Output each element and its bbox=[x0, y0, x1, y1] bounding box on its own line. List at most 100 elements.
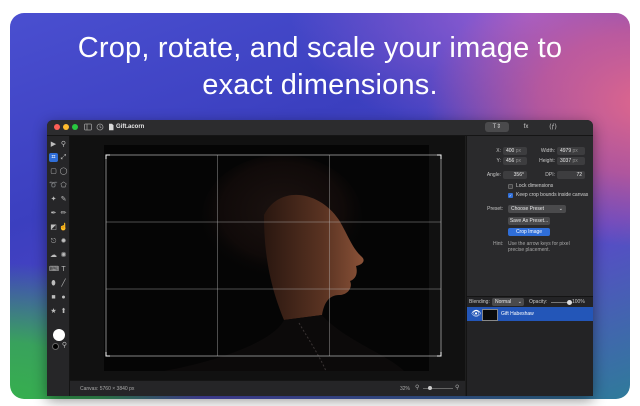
width-value: 4979 bbox=[560, 148, 572, 154]
angle-label: Angle: bbox=[486, 172, 501, 178]
burn-icon[interactable]: ✺ bbox=[59, 251, 68, 260]
pen-icon[interactable]: ✒ bbox=[49, 209, 58, 218]
text-box-icon[interactable]: ⌨ bbox=[49, 265, 59, 274]
magic-wand-icon[interactable]: ✦ bbox=[49, 195, 58, 204]
status-bar: Canvas: 5760 × 3840 px 32% ⚲ ⚲ bbox=[70, 380, 465, 396]
chevron-down-icon: ⌄ bbox=[558, 206, 563, 212]
shape-ellipse-icon[interactable]: ● bbox=[59, 293, 68, 302]
smudge-icon[interactable]: ☝ bbox=[59, 223, 68, 232]
clone-icon[interactable]: ⎋ bbox=[49, 237, 58, 246]
width-field[interactable]: 4979 px bbox=[557, 147, 585, 155]
headline-line-1: Crop, rotate, and scale your image to bbox=[77, 32, 563, 64]
zoom-out-icon[interactable]: ⚲ bbox=[415, 385, 421, 391]
height-field[interactable]: 3037 px bbox=[557, 157, 585, 165]
headline-line-2: exact dimensions. bbox=[202, 69, 438, 101]
document-icon bbox=[107, 123, 115, 131]
polygon-lasso-icon[interactable]: ⬠ bbox=[59, 181, 68, 190]
x-label: X: bbox=[496, 148, 501, 154]
dpi-label: DPI: bbox=[545, 172, 555, 178]
close-window-button[interactable] bbox=[54, 124, 60, 130]
hint-text-line-2: precise placement. bbox=[508, 247, 550, 253]
lock-dimensions-label: Lock dimensions bbox=[516, 183, 554, 189]
height-label: Height: bbox=[539, 158, 555, 164]
arrow-up-icon[interactable]: ⬆ bbox=[59, 307, 68, 316]
save-preset-label: Save As Preset... bbox=[509, 218, 549, 224]
cloud-icon[interactable]: ☁ bbox=[49, 251, 58, 260]
crop-image-label: Crop Image bbox=[515, 229, 543, 235]
tab-crop-inspector-label: T⇕ bbox=[492, 124, 502, 130]
layer-name: Gift Habeshaw bbox=[501, 311, 534, 317]
zoom-level: 32% bbox=[400, 386, 411, 392]
move-icon[interactable]: ▶ bbox=[49, 140, 58, 149]
preset-label: Preset: bbox=[487, 206, 503, 212]
headline: Crop, rotate, and scale your image to ex… bbox=[10, 30, 630, 104]
y-field[interactable]: 456 px bbox=[503, 157, 527, 165]
layer-row[interactable]: 👁 Gift Habeshaw bbox=[467, 307, 593, 321]
preset-dropdown[interactable]: Choose Preset ⌄ bbox=[508, 205, 566, 213]
background-color-swatch[interactable] bbox=[52, 343, 59, 350]
tab-filters[interactable]: fx bbox=[519, 122, 533, 132]
layers-panel: Blending: Normal ⌄ Opacity: 100% 👁 Gift … bbox=[466, 296, 593, 396]
pencil-icon[interactable]: ✏ bbox=[59, 209, 68, 218]
gradient-icon[interactable]: ✹ bbox=[59, 237, 68, 246]
chevron-down-icon: ⌄ bbox=[517, 299, 522, 305]
crop-inspector: X: 400 px Width: 4979 px Y: 456 px Heigh… bbox=[466, 136, 593, 296]
app-window: Gift.acorn T⇕ fx (ƒ) ▶ ⚲ ⌗ ⤢ ▢ ◯ ➰ ⬠ ✦ ✎… bbox=[47, 120, 593, 396]
preset-value: Choose Preset bbox=[511, 206, 545, 212]
tab-crop-inspector[interactable]: T⇕ bbox=[485, 122, 509, 132]
blending-dropdown[interactable]: Normal ⌄ bbox=[492, 298, 524, 306]
title-bar: Gift.acorn T⇕ fx (ƒ) bbox=[47, 120, 593, 136]
sidebar-toggle-icon[interactable] bbox=[84, 123, 92, 131]
keep-bounds-checkbox[interactable]: ✓ bbox=[508, 193, 513, 198]
shape-rect-icon[interactable]: ■ bbox=[49, 293, 58, 302]
zoom-slider-thumb[interactable] bbox=[428, 386, 432, 390]
star-icon[interactable]: ★ bbox=[49, 307, 58, 316]
zoom-icon[interactable]: ⚲ bbox=[59, 140, 68, 149]
x-field[interactable]: 400 px bbox=[503, 147, 527, 155]
angle-value: 356° bbox=[513, 172, 524, 178]
blending-label: Blending: bbox=[469, 299, 490, 305]
lasso-icon[interactable]: ➰ bbox=[49, 181, 58, 190]
y-value: 456 bbox=[506, 158, 515, 164]
zoom-window-button[interactable] bbox=[72, 124, 78, 130]
brush-icon[interactable]: ✎ bbox=[59, 195, 68, 204]
minimize-window-button[interactable] bbox=[63, 124, 69, 130]
canvas-size-label: Canvas: 5760 × 3840 px bbox=[80, 386, 135, 392]
angle-field[interactable]: 356° bbox=[503, 171, 527, 179]
history-icon[interactable] bbox=[96, 123, 104, 131]
y-label: Y: bbox=[496, 158, 501, 164]
line-icon[interactable]: ╱ bbox=[59, 279, 68, 288]
expand-icon[interactable]: ⤢ bbox=[59, 153, 68, 162]
height-value: 3037 bbox=[560, 158, 572, 164]
blending-value: Normal bbox=[495, 299, 512, 305]
eyedropper-icon[interactable]: ⚲ bbox=[60, 341, 69, 350]
width-label: Width: bbox=[540, 148, 555, 154]
text-icon[interactable]: T bbox=[59, 265, 68, 274]
dpi-field[interactable]: 72 bbox=[557, 171, 585, 179]
crop-image-button[interactable]: Crop Image bbox=[508, 228, 550, 236]
eraser-icon[interactable]: ◩ bbox=[49, 223, 58, 232]
rect-select-icon[interactable]: ▢ bbox=[49, 167, 58, 176]
crop-overlay[interactable] bbox=[70, 136, 465, 380]
dpi-value: 72 bbox=[576, 172, 582, 178]
lock-dimensions-checkbox[interactable] bbox=[508, 184, 513, 189]
x-unit: px bbox=[515, 148, 522, 154]
image-canvas[interactable] bbox=[70, 136, 465, 380]
hint-label: Hint: bbox=[493, 241, 504, 247]
opacity-slider-thumb[interactable] bbox=[566, 300, 572, 305]
save-preset-button[interactable]: Save As Preset... bbox=[508, 217, 550, 225]
eye-icon[interactable]: 👁 bbox=[471, 309, 481, 319]
width-unit: px bbox=[572, 148, 578, 154]
tab-functions[interactable]: (ƒ) bbox=[545, 122, 561, 132]
crop-icon[interactable]: ⌗ bbox=[49, 153, 58, 162]
document-title: Gift.acorn bbox=[116, 124, 145, 130]
bezier-icon[interactable]: ⬮ bbox=[49, 279, 58, 288]
keep-bounds-label: Keep crop bounds inside canvas bbox=[516, 192, 589, 198]
tools-palette: ▶ ⚲ ⌗ ⤢ ▢ ◯ ➰ ⬠ ✦ ✎ ✒ ✏ ◩ ☝ ⎋ ✹ ☁ ✺ ⌨ T … bbox=[47, 136, 70, 396]
ellipse-select-icon[interactable]: ◯ bbox=[59, 167, 68, 176]
tab-filters-label: fx bbox=[523, 124, 529, 130]
foreground-color-swatch[interactable] bbox=[53, 329, 65, 341]
opacity-label: Opacity: bbox=[529, 299, 548, 305]
layer-thumbnail bbox=[482, 309, 498, 321]
zoom-in-icon[interactable]: ⚲ bbox=[455, 385, 461, 391]
